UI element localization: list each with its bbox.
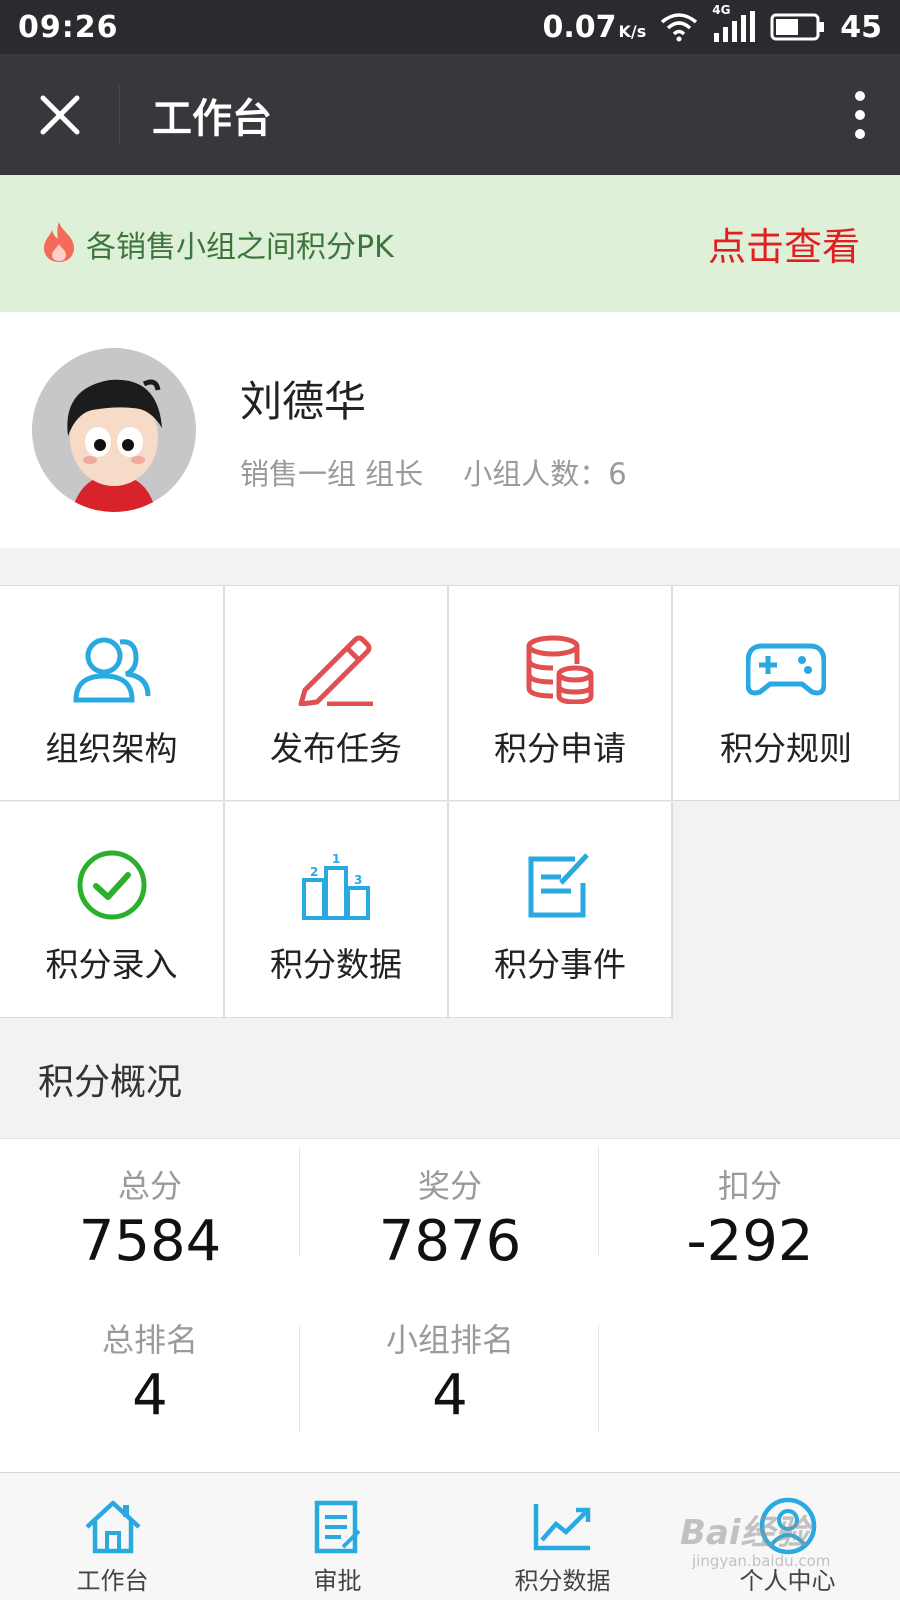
speed-unit: K/s — [618, 21, 647, 41]
stat-label: 总排名 — [101, 1321, 198, 1359]
signal-icon: 4G — [712, 3, 756, 43]
view-link[interactable]: 点击查看 — [708, 216, 860, 271]
tab-approval[interactable]: 审批 — [225, 1473, 450, 1600]
page-title: 工作台 — [152, 95, 272, 142]
grid-item-events[interactable]: 积分事件 — [448, 802, 672, 1018]
tab-workbench[interactable]: 工作台 — [0, 1473, 225, 1600]
stat-value: -292 — [686, 1209, 814, 1274]
close-icon — [40, 95, 79, 134]
summary-title: 积分概况 — [0, 1019, 900, 1139]
network-speed: 0.07 K/s — [542, 10, 646, 45]
stat-label: 扣分 — [717, 1167, 782, 1205]
wifi-icon — [660, 12, 698, 42]
svg-text:1: 1 — [332, 852, 340, 866]
stat-deduct: 扣分 -292 — [600, 1161, 900, 1274]
stat-value: 4 — [432, 1363, 468, 1428]
home-icon — [83, 1495, 143, 1557]
pencil-icon — [297, 630, 375, 708]
stat-group-rank: 小组排名 4 — [300, 1315, 600, 1428]
status-time: 09:26 — [18, 9, 119, 45]
stat-label: 小组排名 — [385, 1321, 514, 1359]
user-role: 销售一组 组长 — [240, 456, 424, 491]
document-icon — [313, 1495, 363, 1557]
pk-banner[interactable]: 各销售小组之间积分PK 点击查看 — [0, 175, 900, 312]
more-vertical-icon — [855, 90, 865, 139]
speed-value: 0.07 — [542, 9, 617, 45]
grid-label: 积分数据 — [270, 945, 402, 984]
tab-label: 工作台 — [76, 1567, 149, 1595]
close-button[interactable] — [0, 84, 120, 145]
grid-label: 组织架构 — [45, 729, 178, 768]
status-bar: 09:26 0.07 K/s 4G 45 — [0, 0, 900, 54]
stat-value: 4 — [132, 1363, 168, 1428]
user-name: 刘德华 — [240, 376, 367, 426]
edit-note-icon — [525, 846, 595, 924]
check-circle-icon — [76, 846, 148, 924]
group-size: 小组人数：6 — [463, 456, 627, 491]
battery-level: 45 — [840, 9, 882, 45]
tab-label: 积分数据 — [514, 1567, 611, 1595]
title-bar: 工作台 — [0, 54, 900, 175]
tab-points-data[interactable]: 积分数据 — [450, 1473, 675, 1600]
watermark-url: jingyan.baidu.com — [692, 1552, 831, 1570]
grid-item-publish[interactable]: 发布任务 — [224, 585, 448, 801]
summary-panel: 总分 7584 奖分 7876 扣分 -292 总排名 4 小组排名 4 — [0, 1139, 900, 1472]
stat-label: 奖分 — [417, 1167, 482, 1205]
profile-info: 刘德华 销售一组 组长 小组人数：6 — [240, 368, 627, 493]
stat-value: 7876 — [378, 1209, 522, 1274]
grid-label: 发布任务 — [270, 729, 402, 768]
stat-total: 总分 7584 — [0, 1161, 300, 1274]
grid-item-apply[interactable]: 积分申请 — [448, 585, 672, 801]
grid-empty-cell — [672, 802, 900, 1019]
stat-bonus: 奖分 7876 — [300, 1161, 600, 1274]
status-indicators: 0.07 K/s 4G 45 — [542, 3, 882, 45]
svg-text:2: 2 — [310, 865, 318, 879]
fire-icon — [40, 220, 78, 268]
banner-text: 各销售小组之间积分PK — [86, 229, 394, 265]
grid-item-data[interactable]: 213 积分数据 — [224, 802, 448, 1018]
tab-label: 审批 — [313, 1567, 362, 1595]
stat-overall-rank: 总排名 4 — [0, 1315, 300, 1428]
avatar[interactable] — [32, 348, 196, 512]
grid-label: 积分录入 — [45, 945, 178, 984]
grid-label: 积分事件 — [494, 945, 626, 984]
profile-card: 刘德华 销售一组 组长 小组人数：6 — [0, 312, 900, 548]
grid-label: 积分申请 — [494, 729, 626, 768]
network-type: 4G — [712, 3, 731, 17]
battery-icon — [770, 13, 826, 41]
svg-text:3: 3 — [354, 873, 362, 887]
function-grid: 组织架构 发布任务 积分申请 积分规则 积分录入 213 积分数据 积分事件 — [0, 585, 900, 1019]
stat-label: 总分 — [117, 1167, 182, 1205]
chart-icon — [532, 1495, 594, 1557]
profile-meta: 销售一组 组长 小组人数：6 — [240, 451, 627, 493]
people-icon — [72, 630, 152, 708]
more-button[interactable] — [820, 54, 900, 175]
gamepad-icon — [746, 630, 826, 708]
grid-label: 积分规则 — [720, 729, 852, 768]
watermark: Bai经验 — [680, 1513, 809, 1553]
grid-item-org[interactable]: 组织架构 — [0, 585, 224, 801]
coins-icon — [525, 630, 595, 708]
grid-item-entry[interactable]: 积分录入 — [0, 802, 224, 1018]
grid-item-rules[interactable]: 积分规则 — [672, 585, 900, 801]
stat-value: 7584 — [78, 1209, 222, 1274]
podium-icon: 213 — [300, 846, 372, 924]
